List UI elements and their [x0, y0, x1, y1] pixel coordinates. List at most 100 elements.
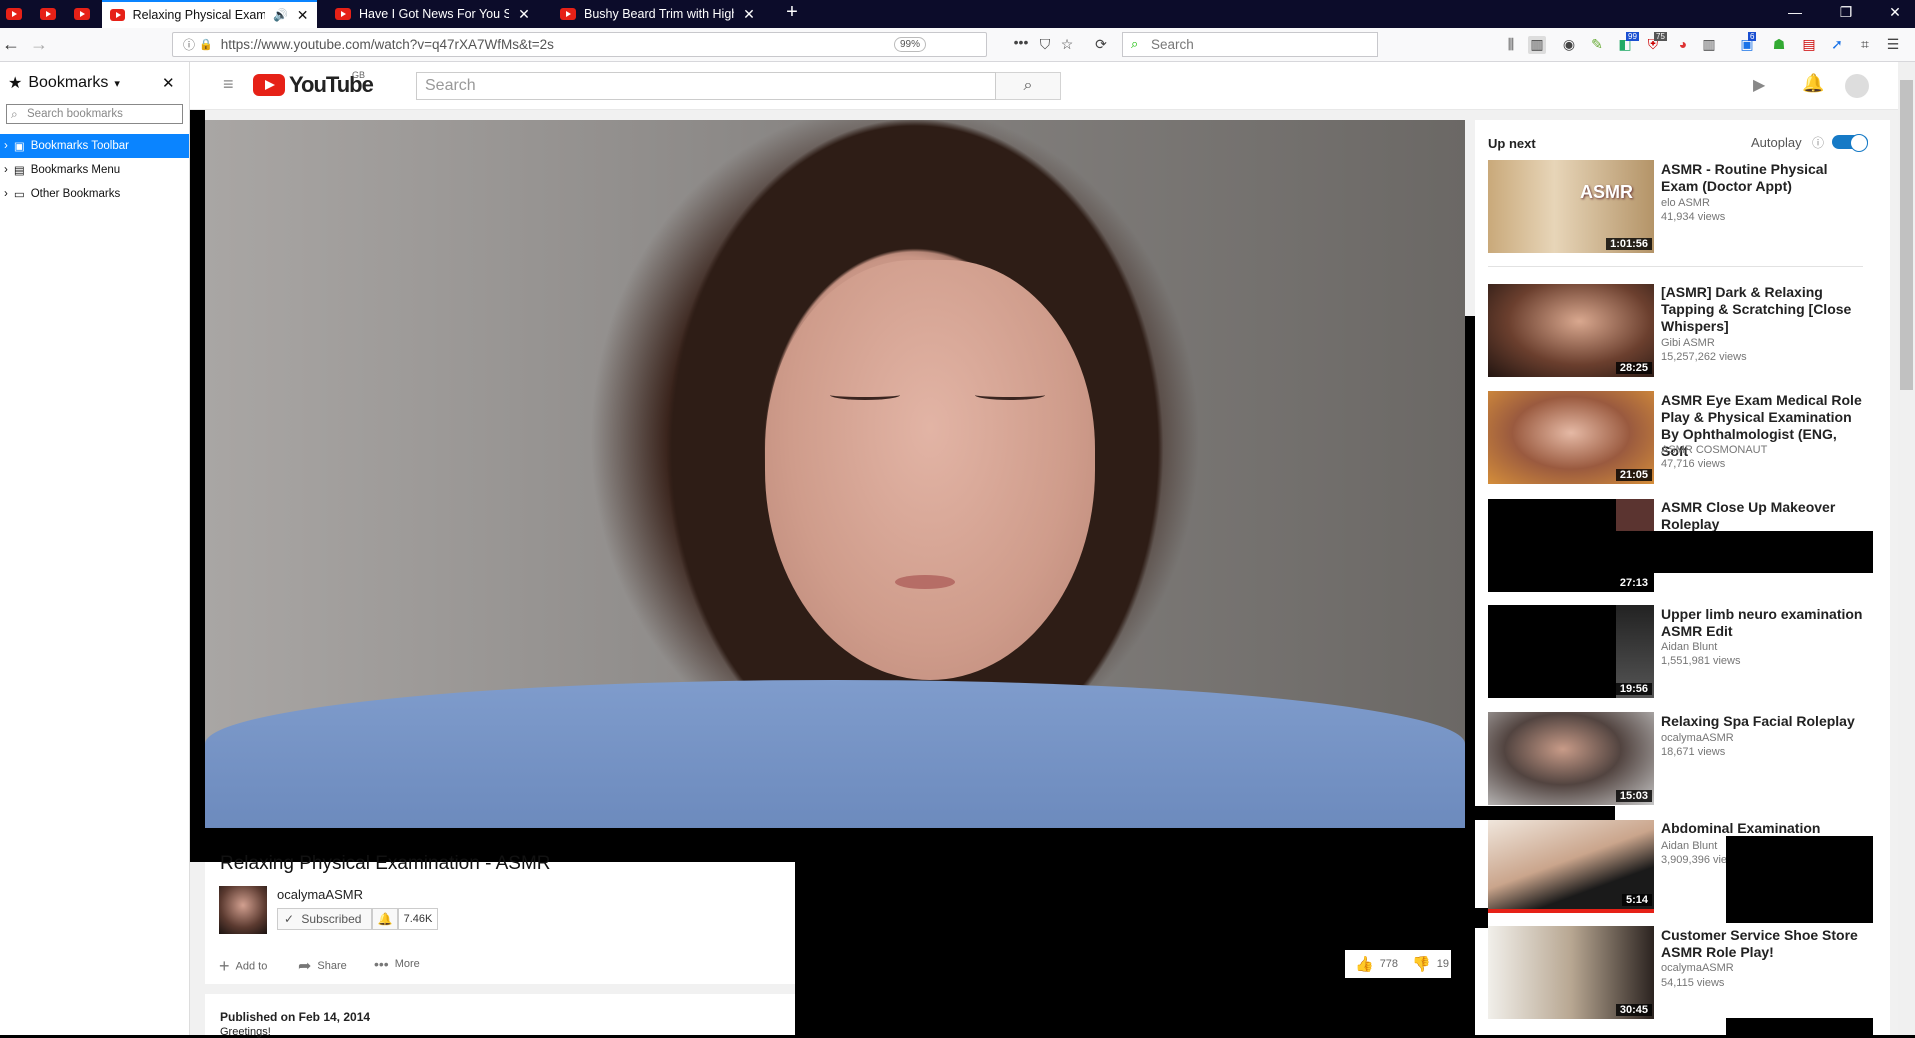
notification-bell-button[interactable]: 🔔	[372, 908, 398, 930]
tab-relaxing-physical[interactable]: Relaxing Physical Examinat 🔊 ✕	[102, 0, 317, 28]
scrollbar-thumb[interactable]	[1900, 80, 1913, 390]
page-actions-icon[interactable]: •••	[1012, 34, 1030, 52]
autoplay-label: Autoplay	[1751, 135, 1802, 150]
more-dots-icon: •••	[374, 956, 389, 972]
avatar[interactable]	[1845, 74, 1869, 98]
video-thumbnail[interactable]: ASMR 1:01:56	[1488, 160, 1654, 253]
sidebar-toggle-icon[interactable]: ▥	[1528, 36, 1546, 54]
navigation-toolbar: ← → ⓘ 🔒 https://www.youtube.com/watch?v=…	[0, 28, 1915, 62]
thumbnail-text: ASMR	[1580, 182, 1633, 202]
browser-search-field[interactable]: ⌕ Search	[1122, 32, 1378, 57]
video-title-link[interactable]: ASMR - Routine Physical Exam (Doctor App…	[1661, 161, 1866, 195]
barcode-icon[interactable]: ▥	[1700, 36, 1718, 54]
black-region	[1726, 1018, 1873, 1035]
subscribed-button[interactable]: ✓ Subscribed	[277, 908, 372, 930]
forward-arrow-icon[interactable]: →	[30, 34, 48, 55]
more-button[interactable]: ••• More	[374, 956, 420, 972]
chevron-right-icon[interactable]: ›	[4, 164, 8, 176]
tab-have-i-got-news[interactable]: Have I Got News For You S58E0 ✕	[327, 0, 552, 28]
tab-label: Have I Got News For You S58E0	[359, 7, 509, 21]
upload-video-icon[interactable]: ▶	[1753, 75, 1765, 95]
extension-leaf-icon[interactable]: ✎	[1588, 36, 1606, 54]
search-placeholder: Search	[1151, 37, 1194, 52]
close-window-button[interactable]: ✕	[1875, 4, 1915, 21]
channel-name[interactable]: ocalymaASMR	[277, 887, 363, 902]
archive-icon[interactable]: ▤	[1800, 36, 1818, 54]
video-duration: 30:45	[1615, 1004, 1652, 1016]
info-icon[interactable]: ⓘ	[1812, 134, 1824, 151]
video-thumbnail[interactable]: 28:25	[1488, 284, 1654, 377]
reload-icon[interactable]: ⟳	[1092, 36, 1110, 54]
share-icon: ➦	[298, 958, 312, 975]
chevron-down-icon[interactable]: ▾	[114, 77, 120, 90]
url-text: https://www.youtube.com/watch?v=q47rXA7W…	[220, 37, 554, 52]
cursor-icon[interactable]: ➚	[1828, 36, 1846, 54]
speaker-icon[interactable]: 🔊	[273, 8, 288, 22]
video-title-link[interactable]: Upper limb neuro examination ASMR Edit	[1661, 606, 1866, 640]
notifications-bell-icon[interactable]: 🔔	[1802, 73, 1824, 94]
video-channel[interactable]: ocalymaASMR	[1661, 732, 1734, 744]
pinned-tab-2[interactable]	[34, 4, 62, 24]
chevron-right-icon[interactable]: ›	[4, 188, 8, 200]
video-player[interactable]	[205, 120, 1465, 828]
robot-icon[interactable]: ☗	[1770, 36, 1788, 54]
circle-extension-icon[interactable]: ◕	[1674, 36, 1692, 54]
black-region	[1475, 806, 1615, 820]
thumbs-up-icon[interactable]: 👍	[1355, 955, 1374, 973]
crop-icon[interactable]: ⌗	[1856, 36, 1874, 54]
video-channel[interactable]: ocalymaASMR	[1661, 962, 1734, 974]
back-arrow-icon[interactable]: ←	[2, 34, 20, 55]
zoom-indicator[interactable]: 99%	[893, 37, 926, 52]
add-to-button[interactable]: + Add to	[219, 956, 267, 977]
video-thumbnail[interactable]: 19:56	[1488, 605, 1654, 698]
new-tab-button[interactable]: +	[772, 1, 812, 24]
video-duration: 1:01:56	[1606, 238, 1652, 250]
video-channel[interactable]: Aidan Blunt	[1661, 641, 1717, 653]
info-icon[interactable]: ⓘ	[183, 36, 195, 53]
close-tab-icon[interactable]: ✕	[517, 6, 531, 23]
search-bookmarks-input[interactable]: ⌕ Search bookmarks	[6, 104, 183, 124]
menu-icon[interactable]: ☰	[1884, 36, 1902, 54]
close-sidebar-icon[interactable]: ✕	[162, 74, 175, 92]
url-bar[interactable]: ⓘ 🔒 https://www.youtube.com/watch?v=q47r…	[172, 32, 987, 57]
video-thumbnail[interactable]: 21:05	[1488, 391, 1654, 484]
video-title-link[interactable]: ASMR Close Up Makeover Roleplay	[1661, 499, 1866, 533]
video-views: 54,115 views	[1661, 977, 1725, 989]
library-icon[interactable]: ⫼	[1502, 36, 1520, 54]
youtube-search-input[interactable]: Search	[416, 72, 996, 100]
restore-button[interactable]: ❐	[1826, 4, 1866, 21]
video-title-link[interactable]: Relaxing Spa Facial Roleplay	[1661, 713, 1866, 730]
bookmark-star-icon[interactable]: ☆	[1058, 36, 1076, 54]
chevron-right-icon[interactable]: ›	[4, 140, 8, 152]
video-channel[interactable]: elo ASMR	[1661, 197, 1710, 209]
video-channel[interactable]: Aidan Blunt	[1661, 840, 1717, 852]
sidebar-item-bookmarks-menu[interactable]: › ▤ Bookmarks Menu	[0, 158, 189, 182]
pocket-icon[interactable]: ⛉	[1036, 36, 1054, 54]
autoplay-toggle[interactable]	[1832, 134, 1868, 152]
sidebar-title[interactable]: Bookmarks	[28, 74, 108, 92]
video-channel[interactable]: Gibi ASMR	[1661, 337, 1715, 349]
video-thumbnail[interactable]: 5:14	[1488, 820, 1654, 913]
video-title-link[interactable]: Abdominal Examination	[1661, 820, 1866, 837]
youtube-search-button[interactable]: ⌕	[996, 72, 1061, 100]
sidebar-item-other-bookmarks[interactable]: › ▭ Other Bookmarks	[0, 182, 189, 206]
video-frame-eye	[830, 390, 900, 400]
channel-avatar[interactable]	[219, 886, 267, 934]
minimize-button[interactable]: —	[1775, 4, 1815, 20]
tab-bushy-beard[interactable]: Bushy Beard Trim with High an ✕	[552, 0, 772, 28]
video-thumbnail[interactable]: 30:45	[1488, 926, 1654, 1019]
sidebar-item-bookmarks-toolbar[interactable]: › ▣ Bookmarks Toolbar	[0, 134, 189, 158]
account-icon[interactable]: ◉	[1560, 36, 1578, 54]
thumbs-down-icon[interactable]: 👎	[1412, 955, 1431, 973]
youtube-logo-icon[interactable]	[253, 74, 285, 96]
video-title-link[interactable]: [ASMR] Dark & Relaxing Tapping & Scratch…	[1661, 284, 1866, 335]
pinned-tab-3[interactable]	[68, 4, 96, 24]
close-tab-icon[interactable]: ✕	[742, 6, 756, 23]
close-tab-icon[interactable]: ✕	[296, 7, 309, 24]
video-channel[interactable]: ASMR COSMONAUT	[1661, 444, 1767, 456]
video-title-link[interactable]: Customer Service Shoe Store ASMR Role Pl…	[1661, 927, 1866, 961]
share-button[interactable]: ➦ Share	[298, 956, 347, 976]
hamburger-menu-icon[interactable]: ≡	[223, 74, 234, 95]
pinned-tab-1[interactable]	[0, 4, 28, 24]
video-thumbnail[interactable]: 15:03	[1488, 712, 1654, 805]
